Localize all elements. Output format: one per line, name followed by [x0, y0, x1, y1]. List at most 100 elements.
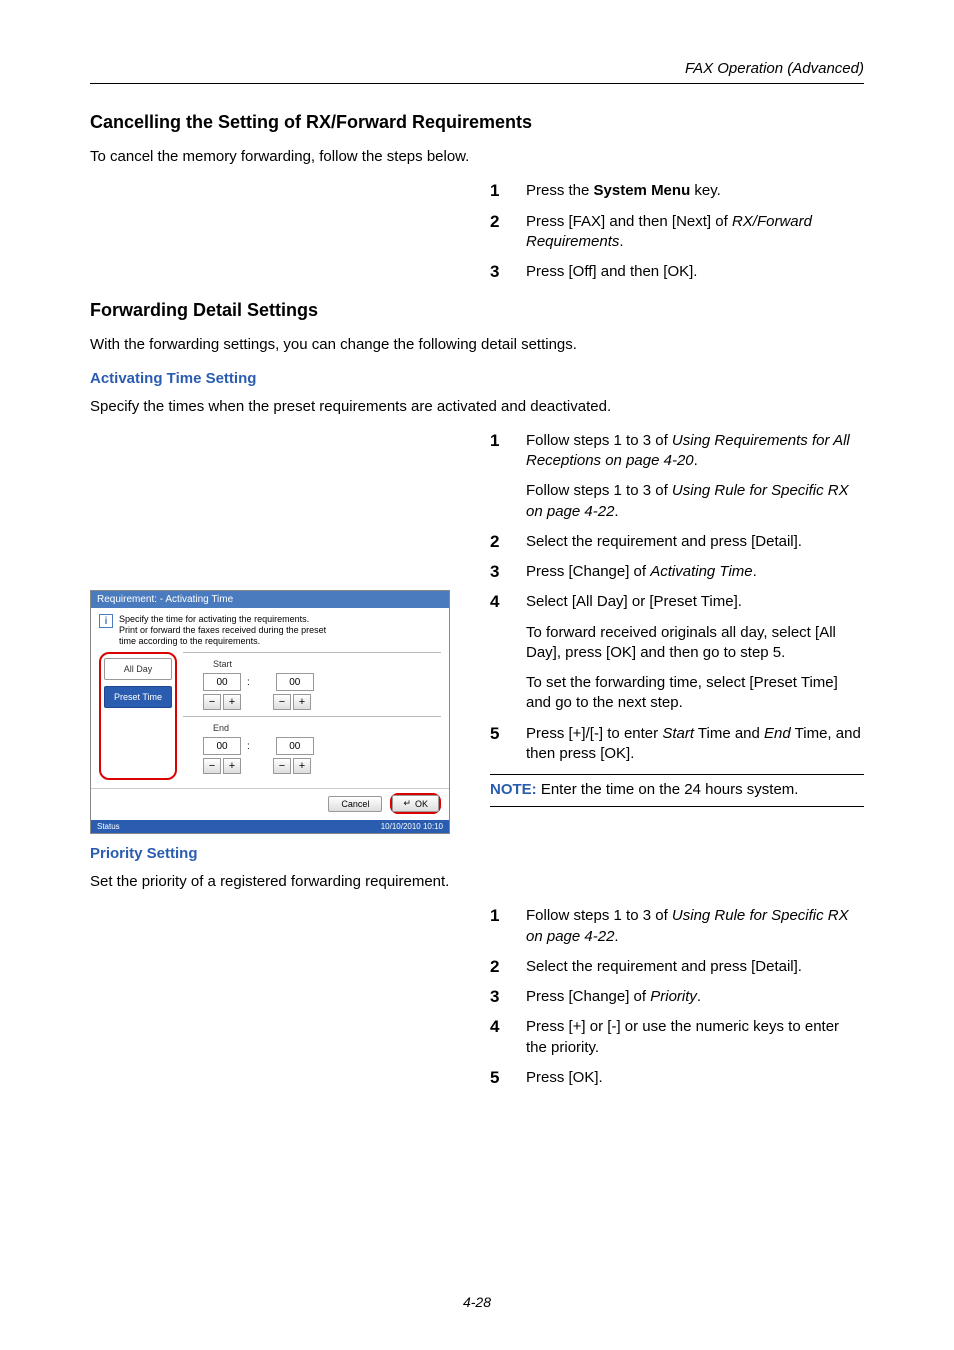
activating-intro: Specify the times when the preset requir… [90, 397, 864, 417]
status-timestamp: 10/10/2010 10:10 [381, 822, 443, 831]
step-text: Press [+]/[-] to enter Start Time and En… [526, 724, 864, 765]
step: 1 Follow steps 1 to 3 of Using Requireme… [490, 431, 864, 522]
step-text: Press [+] or [-] or use the numeric keys… [526, 1017, 864, 1058]
step-text: Press [Change] of Activating Time. [526, 562, 757, 582]
note-box: NOTE: Enter the time on the 24 hours sys… [490, 774, 864, 807]
text: . [753, 563, 757, 580]
fwd-intro: With the forwarding settings, you can ch… [90, 335, 864, 355]
step-number: 2 [490, 212, 510, 253]
italic-text: Priority [650, 988, 697, 1005]
text: Select [All Day] or [Preset Time]. [526, 593, 742, 610]
minus-button[interactable]: − [203, 694, 221, 710]
text: . [694, 452, 698, 469]
activating-steps: 1 Follow steps 1 to 3 of Using Requireme… [490, 431, 864, 764]
text: key. [690, 182, 721, 199]
minus-button[interactable]: − [273, 694, 291, 710]
header-section: FAX Operation (Advanced) [90, 60, 864, 77]
step-number: 2 [490, 532, 510, 552]
text: Time and [694, 725, 764, 742]
text: . [619, 233, 623, 250]
ui-panel: Requirement: - Activating Time i Specify… [90, 590, 450, 834]
note-text: Enter the time on the 24 hours system. [537, 781, 799, 798]
start-label: Start [213, 659, 441, 669]
fwd-heading: Forwarding Detail Settings [90, 300, 864, 321]
text: . [614, 503, 618, 520]
text: Press [+]/[-] to enter [526, 725, 662, 742]
plus-button[interactable]: + [223, 758, 241, 774]
cancel-intro: To cancel the memory forwarding, follow … [90, 147, 864, 167]
step-number: 3 [490, 987, 510, 1007]
step-number: 1 [490, 906, 510, 947]
step-text: Select [All Day] or [Preset Time]. To fo… [526, 592, 864, 713]
start-hour-value: 00 [203, 673, 241, 691]
step-number: 4 [490, 1017, 510, 1058]
step-number: 3 [490, 562, 510, 582]
all-day-button[interactable]: All Day [104, 658, 172, 680]
text: Follow steps 1 to 3 of [526, 482, 672, 499]
step-text: Select the requirement and press [Detail… [526, 957, 802, 977]
panel-info: i Specify the time for activating the re… [91, 608, 449, 648]
step: 3 Press [Change] of Activating Time. [490, 562, 864, 582]
step: 5 Press [OK]. [490, 1068, 864, 1088]
step-number: 1 [490, 181, 510, 201]
note-label: NOTE: [490, 781, 537, 798]
note-rule [490, 806, 864, 807]
step-text: Follow steps 1 to 3 of Using Requirement… [526, 431, 864, 522]
text: To set the forwarding time, select [Pres… [526, 673, 864, 714]
text: Press [FAX] and then [Next] of [526, 213, 732, 230]
text: Follow steps 1 to 3 of [526, 907, 672, 924]
enter-icon: ↵ [403, 798, 411, 809]
step-text: Press [FAX] and then [Next] of RX/Forwar… [526, 212, 864, 253]
ok-label: OK [415, 799, 428, 809]
panel-info-text: Specify the time for activating the requ… [119, 614, 326, 646]
step-text: Select the requirement and press [Detail… [526, 532, 802, 552]
step: 2 Select the requirement and press [Deta… [490, 957, 864, 977]
step-number: 5 [490, 724, 510, 765]
bold-text: System Menu [594, 182, 691, 199]
status-label[interactable]: Status [97, 822, 120, 831]
priority-intro: Set the priority of a registered forward… [90, 872, 864, 892]
cancel-button[interactable]: Cancel [328, 796, 382, 812]
header-rule [90, 83, 864, 84]
cancel-heading: Cancelling the Setting of RX/Forward Req… [90, 112, 864, 133]
minus-button[interactable]: − [203, 758, 221, 774]
note-rule [490, 774, 864, 775]
italic-text: Activating Time [650, 563, 752, 580]
text: To forward received originals all day, s… [526, 623, 864, 664]
plus-button[interactable]: + [293, 758, 311, 774]
step-text: Press [OK]. [526, 1068, 603, 1088]
plus-button[interactable]: + [293, 694, 311, 710]
text: . [614, 928, 618, 945]
step: 1 Press the System Menu key. [490, 181, 864, 201]
step: 3 Press [Off] and then [OK]. [490, 262, 864, 282]
priority-steps: 1 Follow steps 1 to 3 of Using Rule for … [490, 906, 864, 1088]
plus-button[interactable]: + [223, 694, 241, 710]
ok-button-highlight: ↵ OK [390, 793, 441, 814]
colon: : [247, 741, 250, 752]
preset-time-button[interactable]: Preset Time [104, 686, 172, 708]
text: . [697, 988, 701, 1005]
step-text: Press [Change] of Priority. [526, 987, 701, 1007]
ok-button[interactable]: ↵ OK [392, 795, 439, 812]
panel-title: Requirement: - Activating Time [91, 591, 449, 608]
priority-heading: Priority Setting [90, 845, 864, 862]
step-text: Press the System Menu key. [526, 181, 721, 201]
step: 2 Select the requirement and press [Deta… [490, 532, 864, 552]
step-number: 2 [490, 957, 510, 977]
mode-buttons-highlight: All Day Preset Time [99, 652, 177, 780]
step-number: 1 [490, 431, 510, 522]
step: 3 Press [Change] of Priority. [490, 987, 864, 1007]
step-number: 3 [490, 262, 510, 282]
text: Follow steps 1 to 3 of [526, 432, 672, 449]
page-number: 4-28 [0, 1294, 954, 1310]
step: 2 Press [FAX] and then [Next] of RX/Forw… [490, 212, 864, 253]
minus-button[interactable]: − [273, 758, 291, 774]
end-hour-value: 00 [203, 737, 241, 755]
start-min-value: 00 [276, 673, 314, 691]
italic-text: Start [662, 725, 694, 742]
step-text: Press [Off] and then [OK]. [526, 262, 697, 282]
step: 5 Press [+]/[-] to enter Start Time and … [490, 724, 864, 765]
step: 4 Select [All Day] or [Preset Time]. To … [490, 592, 864, 713]
text: Press [Change] of [526, 563, 650, 580]
end-min-value: 00 [276, 737, 314, 755]
